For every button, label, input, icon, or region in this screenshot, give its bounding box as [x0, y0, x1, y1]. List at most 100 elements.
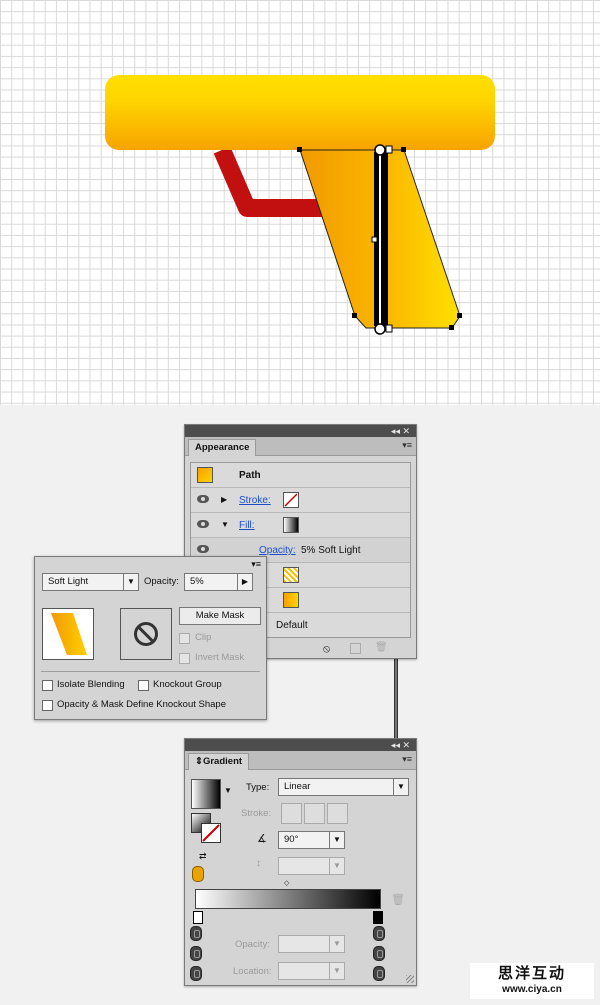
- watermark: 思洋互动 www.ciya.cn: [470, 963, 594, 999]
- stop-location-input[interactable]: ▼: [278, 962, 345, 980]
- invert-mask-label: Invert Mask: [195, 652, 245, 663]
- expand-arrow-icon[interactable]: ▶: [221, 495, 227, 504]
- stroke-link[interactable]: Stroke:: [239, 495, 271, 506]
- collapse-arrow-icon[interactable]: ▼: [221, 520, 229, 529]
- stroke-across-button[interactable]: [327, 803, 348, 824]
- stroke-swatch[interactable]: [283, 492, 299, 508]
- panel-menu-icon[interactable]: ▾≡: [402, 754, 412, 765]
- path-thumbnail: [197, 467, 213, 483]
- opacity-mask-knockout-label: Opacity & Mask Define Knockout Shape: [57, 699, 226, 710]
- delete-item-icon[interactable]: 🗑: [375, 642, 388, 653]
- gradient-type-select[interactable]: Linear ▼: [278, 778, 409, 796]
- panel-menu-icon[interactable]: ▾≡: [402, 440, 412, 451]
- gradient-preview-swatch[interactable]: [191, 779, 221, 809]
- stroke-label: Stroke:: [241, 808, 272, 819]
- clip-checkbox[interactable]: [179, 633, 190, 644]
- stroke-row[interactable]: ▶ Stroke:: [191, 488, 410, 513]
- chevron-down-icon: ▼: [123, 574, 138, 590]
- object-thumbnail[interactable]: [42, 608, 94, 660]
- isolate-blending-checkbox[interactable]: [42, 680, 53, 691]
- chevron-right-icon[interactable]: ▶: [237, 574, 252, 590]
- gradient-type-value: Linear: [284, 781, 311, 792]
- duplicate-item-icon[interactable]: [350, 643, 361, 654]
- preview-dropdown-icon[interactable]: ▼: [224, 786, 232, 795]
- link-icon: [373, 946, 385, 961]
- fill-pattern-swatch[interactable]: [283, 567, 299, 583]
- artboard-canvas[interactable]: [0, 0, 600, 405]
- angle-icon: ∡: [257, 833, 267, 845]
- chevron-down-icon: ▼: [329, 963, 344, 979]
- delete-stop-icon[interactable]: 🗑: [391, 893, 405, 906]
- fill-link[interactable]: Fill:: [239, 520, 255, 531]
- gradient-stop-right[interactable]: [373, 911, 383, 924]
- aspect-ratio-icon: ↕: [256, 858, 261, 869]
- angle-input[interactable]: 90° ▼: [278, 831, 345, 849]
- chevron-down-icon: ▼: [329, 936, 344, 952]
- link-icon: [190, 946, 202, 961]
- type-label: Type:: [246, 782, 270, 793]
- gradient-stop-left[interactable]: [193, 911, 203, 924]
- chevron-down-icon: ▼: [329, 832, 344, 848]
- watermark-url: www.ciya.cn: [502, 984, 562, 995]
- fill-gradient-swatch[interactable]: [283, 517, 299, 533]
- tab-gradient[interactable]: ⇕Gradient: [188, 753, 250, 770]
- updown-icon: ⇕: [195, 756, 203, 767]
- watermark-title: 思洋互动: [497, 964, 566, 982]
- transparency-panel: ▾≡ Soft Light ▼ Opacity: 5% ▶ Make Mask …: [34, 556, 267, 720]
- visibility-eye-icon[interactable]: [197, 495, 209, 503]
- panel-controls[interactable]: ◂◂ ✕: [391, 739, 410, 751]
- visibility-eye-icon[interactable]: [197, 520, 209, 528]
- opacity-default-value: Default: [276, 620, 308, 631]
- gun-barrel: [105, 75, 495, 150]
- visibility-eye-icon[interactable]: [197, 545, 209, 553]
- invert-mask-checkbox[interactable]: [179, 653, 190, 664]
- mask-thumbnail[interactable]: [120, 608, 172, 660]
- aspect-ratio-input[interactable]: ▼: [278, 857, 345, 875]
- isolate-blending-label: Isolate Blending: [57, 679, 125, 690]
- make-mask-button[interactable]: Make Mask: [179, 607, 261, 625]
- stroke-along-button[interactable]: [304, 803, 325, 824]
- opacity-mask-knockout-checkbox[interactable]: [42, 700, 53, 711]
- stroke-indicator[interactable]: [201, 823, 221, 843]
- no-mask-icon: [134, 622, 158, 646]
- link-icon: [190, 926, 202, 941]
- gradient-slider[interactable]: [195, 889, 381, 909]
- target-label: Path: [239, 470, 261, 481]
- link-icon: [373, 926, 385, 941]
- stop-opacity-input[interactable]: ▼: [278, 935, 345, 953]
- gradient-stop-icon: [192, 866, 204, 882]
- blend-mode-select[interactable]: Soft Light ▼: [42, 573, 139, 591]
- clear-appearance-icon[interactable]: ⦸: [323, 643, 330, 656]
- fill-row[interactable]: ▼ Fill:: [191, 513, 410, 538]
- divider: [41, 671, 260, 672]
- panel-controls[interactable]: ◂◂ ✕: [391, 425, 410, 437]
- knockout-group-label: Knockout Group: [153, 679, 222, 690]
- clip-label: Clip: [195, 632, 212, 643]
- opacity-value: 5% Soft Light: [301, 545, 361, 556]
- tab-gradient-label: Gradient: [202, 756, 243, 767]
- midpoint-diamond-icon[interactable]: ◇: [284, 879, 289, 887]
- appearance-titlebar[interactable]: ◂◂ ✕: [185, 425, 416, 437]
- chevron-down-icon: ▼: [393, 779, 408, 795]
- angle-value: 90°: [284, 834, 299, 845]
- fill-yellow-swatch[interactable]: [283, 592, 299, 608]
- opacity-label: Opacity:: [144, 576, 179, 587]
- chevron-down-icon: ▼: [329, 858, 344, 874]
- location-label: Location:: [233, 966, 272, 977]
- gradient-titlebar[interactable]: ◂◂ ✕: [185, 739, 416, 751]
- opacity-link[interactable]: Opacity:: [259, 545, 296, 556]
- stroke-within-button[interactable]: [281, 803, 302, 824]
- link-icon: [373, 966, 385, 981]
- knockout-group-checkbox[interactable]: [138, 680, 149, 691]
- gun-illustration: [105, 75, 495, 335]
- panel-menu-icon[interactable]: ▾≡: [251, 559, 261, 570]
- appearance-target-row[interactable]: Path: [191, 463, 410, 488]
- tab-appearance[interactable]: Appearance: [188, 439, 257, 456]
- swap-fill-stroke-icon[interactable]: ⇄: [199, 851, 213, 863]
- opacity-input[interactable]: 5% ▶: [184, 573, 253, 591]
- blend-mode-value: Soft Light: [48, 576, 89, 587]
- opacity-label: Opacity:: [235, 939, 270, 950]
- link-icon: [190, 966, 202, 981]
- resize-grip-icon[interactable]: [406, 975, 414, 983]
- opacity-input-value: 5%: [190, 576, 204, 587]
